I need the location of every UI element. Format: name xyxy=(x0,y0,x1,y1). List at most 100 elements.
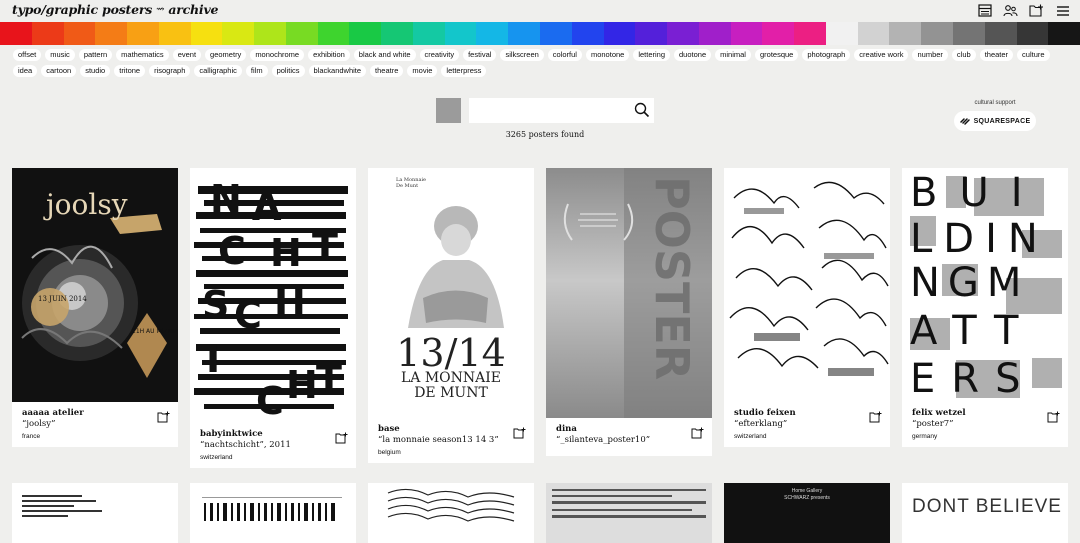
color-swatch[interactable] xyxy=(190,22,223,45)
tag-chip[interactable]: politics xyxy=(271,65,305,77)
color-swatch[interactable] xyxy=(0,22,32,45)
tag-chip[interactable]: minimal xyxy=(715,49,751,61)
poster-author[interactable]: aaaaa atelier xyxy=(22,408,168,418)
color-swatch[interactable] xyxy=(158,22,191,45)
tag-chip[interactable]: event xyxy=(172,49,202,61)
color-swatch[interactable] xyxy=(127,22,159,45)
tag-chip[interactable]: mathematics xyxy=(116,49,169,61)
tag-chip[interactable]: calligraphic xyxy=(194,65,242,77)
poster-country[interactable]: france xyxy=(22,433,168,440)
color-swatch[interactable] xyxy=(984,22,1017,45)
poster-image[interactable]: BUI LDIN NGM ATT ERS xyxy=(902,168,1068,402)
save-to-collection-icon[interactable] xyxy=(513,424,526,439)
squarespace-badge[interactable]: SQUARESPACE xyxy=(954,111,1036,131)
tag-chip[interactable]: creativity xyxy=(419,49,460,61)
tag-chip[interactable]: theatre xyxy=(370,65,404,77)
save-to-collection-icon[interactable] xyxy=(1047,408,1060,423)
tag-chip[interactable]: black and white xyxy=(353,49,416,61)
color-swatch[interactable] xyxy=(63,22,96,45)
color-swatch[interactable] xyxy=(667,22,699,45)
color-swatch[interactable] xyxy=(285,22,318,45)
color-swatch[interactable] xyxy=(794,22,826,45)
tag-chip[interactable]: cartoon xyxy=(41,65,77,77)
tag-chip[interactable]: letterpress xyxy=(441,65,487,77)
color-swatch[interactable] xyxy=(95,22,128,45)
list-view-icon[interactable] xyxy=(977,3,992,18)
tag-chip[interactable]: offset xyxy=(13,49,42,61)
color-swatch[interactable] xyxy=(952,22,985,45)
save-to-collection-icon[interactable] xyxy=(157,408,170,423)
menu-icon[interactable] xyxy=(1055,3,1070,18)
poster-title[interactable]: “la monnaie season13 14 3” xyxy=(378,435,524,445)
save-to-collection-icon[interactable] xyxy=(691,424,704,439)
poster-card[interactable]: joolsy 13 JUIN 2014 21H AU MIZNIZ aaaaa … xyxy=(12,168,178,447)
tag-chip[interactable]: colorful xyxy=(547,49,582,61)
poster-card[interactable] xyxy=(12,483,178,543)
tag-chip[interactable]: club xyxy=(951,49,976,61)
poster-image[interactable]: La Monnaie De Munt 13/14 LA MONNAIE DE M… xyxy=(368,168,534,418)
poster-card[interactable] xyxy=(368,483,534,543)
tag-chip[interactable]: idea xyxy=(13,65,38,77)
tag-chip[interactable]: festival xyxy=(463,49,497,61)
tag-chip[interactable]: monochrome xyxy=(250,49,305,61)
color-swatch[interactable] xyxy=(698,22,731,45)
poster-country[interactable]: belgium xyxy=(378,449,524,456)
tag-chip[interactable]: exhibition xyxy=(308,49,350,61)
poster-title[interactable]: “joolsy” xyxy=(22,419,168,429)
tag-chip[interactable]: creative work xyxy=(854,49,909,61)
color-swatch[interactable] xyxy=(1048,22,1080,45)
search-icon[interactable] xyxy=(634,102,650,118)
color-swatch[interactable] xyxy=(857,22,890,45)
color-swatch[interactable] xyxy=(635,22,668,45)
color-swatch[interactable] xyxy=(444,22,477,45)
poster-card[interactable]: La Monnaie De Munt 13/14 LA MONNAIE DE M… xyxy=(368,168,534,463)
color-swatch[interactable] xyxy=(222,22,255,45)
poster-author[interactable]: babyinktwice xyxy=(200,429,346,439)
color-swatch[interactable] xyxy=(889,22,922,45)
color-selector-swatch[interactable] xyxy=(436,98,461,123)
tag-chip[interactable]: blackandwhite xyxy=(308,65,367,77)
poster-title[interactable]: “poster7” xyxy=(912,419,1058,429)
color-swatch[interactable] xyxy=(476,22,509,45)
tag-chip[interactable]: silkscreen xyxy=(500,49,544,61)
tag-chip[interactable]: theater xyxy=(979,49,1014,61)
color-swatch[interactable] xyxy=(31,22,64,45)
tag-chip[interactable]: culture xyxy=(1017,49,1050,61)
poster-card[interactable] xyxy=(190,483,356,543)
poster-card[interactable]: DONT BELIEVE xyxy=(902,483,1068,543)
save-to-collection-icon[interactable] xyxy=(335,429,348,444)
poster-card[interactable]: BUI LDIN NGM ATT ERS felix wetzel “poste… xyxy=(902,168,1068,447)
color-swatch[interactable] xyxy=(254,22,286,45)
color-swatch[interactable] xyxy=(921,22,953,45)
poster-title[interactable]: “nachtschicht”, 2011 xyxy=(200,440,346,450)
search-input[interactable] xyxy=(469,98,629,124)
color-swatch[interactable] xyxy=(730,22,763,45)
tag-chip[interactable]: tritone xyxy=(114,65,146,77)
poster-title[interactable]: “efterklang” xyxy=(734,419,880,429)
tag-chip[interactable]: duotone xyxy=(674,49,712,61)
poster-image[interactable]: POSTER xyxy=(546,168,712,418)
color-swatch[interactable] xyxy=(381,22,413,45)
color-swatch[interactable] xyxy=(571,22,604,45)
poster-author[interactable]: dina xyxy=(556,424,702,434)
color-swatch[interactable] xyxy=(603,22,636,45)
poster-country[interactable]: germany xyxy=(912,433,1058,440)
tag-chip[interactable]: monotone xyxy=(585,49,630,61)
poster-author[interactable]: base xyxy=(378,424,524,434)
poster-image[interactable] xyxy=(724,168,890,402)
tag-chip[interactable]: movie xyxy=(407,65,438,77)
poster-country[interactable]: switzerland xyxy=(200,454,346,461)
poster-card[interactable]: Home Gallery SCHWARZ presents xyxy=(724,483,890,543)
tag-chip[interactable]: pattern xyxy=(78,49,113,61)
poster-author[interactable]: felix wetzel xyxy=(912,408,1058,418)
poster-author[interactable]: studio feixen xyxy=(734,408,880,418)
poster-title[interactable]: “_silanteva_poster10” xyxy=(556,435,702,445)
poster-image[interactable]: N A C H T S C H I C H T xyxy=(190,168,356,423)
site-title[interactable]: typo/graphic posters ⇝ archive xyxy=(12,2,218,17)
poster-card[interactable] xyxy=(546,483,712,543)
tag-chip[interactable]: geometry xyxy=(205,49,247,61)
poster-image[interactable]: joolsy 13 JUIN 2014 21H AU MIZNIZ xyxy=(12,168,178,402)
poster-country[interactable]: switzerland xyxy=(734,433,880,440)
folder-add-icon[interactable] xyxy=(1029,3,1044,18)
tag-chip[interactable]: grotesque xyxy=(754,49,799,61)
